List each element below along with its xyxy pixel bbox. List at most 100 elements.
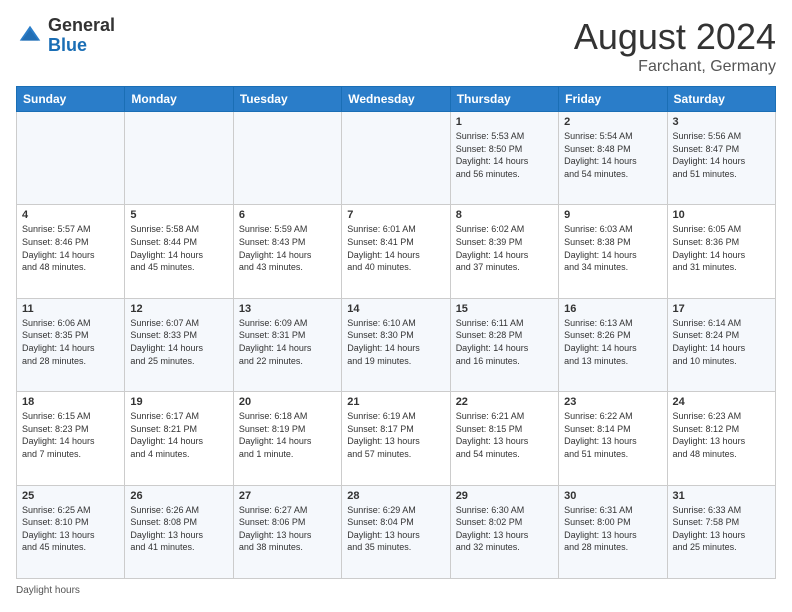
table-row: 9 Sunrise: 6:03 AM Sunset: 8:38 PM Daylig… [559,205,667,298]
day-number: 1 [456,116,553,128]
day-number: 27 [239,490,336,502]
table-row [342,112,450,205]
day-info: Sunrise: 6:15 AM Sunset: 8:23 PM Dayligh… [22,410,119,460]
day-info: Sunrise: 5:58 AM Sunset: 8:44 PM Dayligh… [130,223,227,273]
logo-general-text: General [48,15,115,35]
day-number: 8 [456,209,553,221]
day-number: 6 [239,209,336,221]
day-number: 14 [347,303,444,315]
col-monday: Monday [125,87,233,112]
footer: Daylight hours [16,585,776,596]
table-row: 5 Sunrise: 5:58 AM Sunset: 8:44 PM Daylig… [125,205,233,298]
day-info: Sunrise: 6:06 AM Sunset: 8:35 PM Dayligh… [22,317,119,367]
day-number: 29 [456,490,553,502]
table-row: 12Sunrise: 6:07 AM Sunset: 8:33 PM Dayli… [125,298,233,391]
col-friday: Friday [559,87,667,112]
col-tuesday: Tuesday [233,87,341,112]
day-info: Sunrise: 6:09 AM Sunset: 8:31 PM Dayligh… [239,317,336,367]
header: General Blue August 2024 Farchant, Germa… [16,16,776,76]
col-wednesday: Wednesday [342,87,450,112]
day-info: Sunrise: 6:18 AM Sunset: 8:19 PM Dayligh… [239,410,336,460]
table-row: 28 Sunrise: 6:29 AM Sunset: 8:04 PM Dayli… [342,485,450,578]
table-row [17,112,125,205]
calendar-week-2: 4Sunrise: 5:57 AM Sunset: 8:46 PM Daylig… [17,205,776,298]
day-number: 28 [347,490,444,502]
day-number: 31 [673,490,770,502]
table-row: 16 Sunrise: 6:13 AM Sunset: 8:26 PM Dayli… [559,298,667,391]
day-info: Sunrise: 6:05 AM Sunset: 8:36 PM Dayligh… [673,223,770,273]
day-number: 13 [239,303,336,315]
table-row: 4Sunrise: 5:57 AM Sunset: 8:46 PM Daylig… [17,205,125,298]
calendar-table: Sunday Monday Tuesday Wednesday Thursday… [16,86,776,579]
table-row: 22Sunrise: 6:21 AM Sunset: 8:15 PM Dayli… [450,392,558,485]
day-number: 30 [564,490,661,502]
calendar-header-row: Sunday Monday Tuesday Wednesday Thursday… [17,87,776,112]
table-row [125,112,233,205]
table-row: 27 Sunrise: 6:27 AM Sunset: 8:06 PM Dayli… [233,485,341,578]
table-row: 8Sunrise: 6:02 AM Sunset: 8:39 PM Daylig… [450,205,558,298]
day-info: Sunrise: 5:59 AM Sunset: 8:43 PM Dayligh… [239,223,336,273]
table-row: 14 Sunrise: 6:10 AM Sunset: 8:30 PM Dayli… [342,298,450,391]
day-info: Sunrise: 6:26 AM Sunset: 8:08 PM Dayligh… [130,504,227,554]
day-info: Sunrise: 5:56 AM Sunset: 8:47 PM Dayligh… [673,130,770,180]
day-number: 21 [347,396,444,408]
subtitle: Farchant, Germany [574,58,776,76]
day-number: 7 [347,209,444,221]
table-row: 1 Sunrise: 5:53 AM Sunset: 8:50 PM Daylig… [450,112,558,205]
day-number: 16 [564,303,661,315]
logo: General Blue [16,16,115,56]
table-row: 20Sunrise: 6:18 AM Sunset: 8:19 PM Dayli… [233,392,341,485]
table-row: 23 Sunrise: 6:22 AM Sunset: 8:14 PM Dayli… [559,392,667,485]
day-info: Sunrise: 6:10 AM Sunset: 8:30 PM Dayligh… [347,317,444,367]
day-number: 5 [130,209,227,221]
table-row: 17Sunrise: 6:14 AM Sunset: 8:24 PM Dayli… [667,298,775,391]
day-info: Sunrise: 5:57 AM Sunset: 8:46 PM Dayligh… [22,223,119,273]
day-info: Sunrise: 6:07 AM Sunset: 8:33 PM Dayligh… [130,317,227,367]
table-row: 13 Sunrise: 6:09 AM Sunset: 8:31 PM Dayli… [233,298,341,391]
table-row: 30 Sunrise: 6:31 AM Sunset: 8:00 PM Dayli… [559,485,667,578]
day-info: Sunrise: 6:30 AM Sunset: 8:02 PM Dayligh… [456,504,553,554]
table-row: 3 Sunrise: 5:56 AM Sunset: 8:47 PM Daylig… [667,112,775,205]
table-row: 25 Sunrise: 6:25 AM Sunset: 8:10 PM Dayli… [17,485,125,578]
table-row [233,112,341,205]
day-number: 23 [564,396,661,408]
day-info: Sunrise: 6:13 AM Sunset: 8:26 PM Dayligh… [564,317,661,367]
table-row: 18Sunrise: 6:15 AM Sunset: 8:23 PM Dayli… [17,392,125,485]
day-info: Sunrise: 6:14 AM Sunset: 8:24 PM Dayligh… [673,317,770,367]
table-row: 7Sunrise: 6:01 AM Sunset: 8:41 PM Daylig… [342,205,450,298]
calendar-week-4: 18Sunrise: 6:15 AM Sunset: 8:23 PM Dayli… [17,392,776,485]
day-number: 3 [673,116,770,128]
day-info: Sunrise: 5:53 AM Sunset: 8:50 PM Dayligh… [456,130,553,180]
table-row: 15Sunrise: 6:11 AM Sunset: 8:28 PM Dayli… [450,298,558,391]
day-info: Sunrise: 6:31 AM Sunset: 8:00 PM Dayligh… [564,504,661,554]
logo-icon [16,22,44,50]
col-saturday: Saturday [667,87,775,112]
day-info: Sunrise: 6:29 AM Sunset: 8:04 PM Dayligh… [347,504,444,554]
day-number: 24 [673,396,770,408]
table-row: 19Sunrise: 6:17 AM Sunset: 8:21 PM Dayli… [125,392,233,485]
day-number: 2 [564,116,661,128]
day-number: 15 [456,303,553,315]
day-number: 9 [564,209,661,221]
day-info: Sunrise: 6:21 AM Sunset: 8:15 PM Dayligh… [456,410,553,460]
table-row: 2 Sunrise: 5:54 AM Sunset: 8:48 PM Daylig… [559,112,667,205]
day-number: 25 [22,490,119,502]
day-info: Sunrise: 6:17 AM Sunset: 8:21 PM Dayligh… [130,410,227,460]
table-row: 29 Sunrise: 6:30 AM Sunset: 8:02 PM Dayli… [450,485,558,578]
table-row: 31 Sunrise: 6:33 AM Sunset: 7:58 PM Dayli… [667,485,775,578]
calendar-week-3: 11Sunrise: 6:06 AM Sunset: 8:35 PM Dayli… [17,298,776,391]
day-info: Sunrise: 6:25 AM Sunset: 8:10 PM Dayligh… [22,504,119,554]
day-info: Sunrise: 5:54 AM Sunset: 8:48 PM Dayligh… [564,130,661,180]
table-row: 26 Sunrise: 6:26 AM Sunset: 8:08 PM Dayli… [125,485,233,578]
day-info: Sunrise: 6:22 AM Sunset: 8:14 PM Dayligh… [564,410,661,460]
table-row: 24Sunrise: 6:23 AM Sunset: 8:12 PM Dayli… [667,392,775,485]
page: General Blue August 2024 Farchant, Germa… [0,0,792,612]
day-info: Sunrise: 6:19 AM Sunset: 8:17 PM Dayligh… [347,410,444,460]
day-number: 26 [130,490,227,502]
day-info: Sunrise: 6:27 AM Sunset: 8:06 PM Dayligh… [239,504,336,554]
day-info: Sunrise: 6:33 AM Sunset: 7:58 PM Dayligh… [673,504,770,554]
day-info: Sunrise: 6:03 AM Sunset: 8:38 PM Dayligh… [564,223,661,273]
table-row: 10Sunrise: 6:05 AM Sunset: 8:36 PM Dayli… [667,205,775,298]
calendar-week-5: 25 Sunrise: 6:25 AM Sunset: 8:10 PM Dayli… [17,485,776,578]
calendar-week-1: 1 Sunrise: 5:53 AM Sunset: 8:50 PM Daylig… [17,112,776,205]
